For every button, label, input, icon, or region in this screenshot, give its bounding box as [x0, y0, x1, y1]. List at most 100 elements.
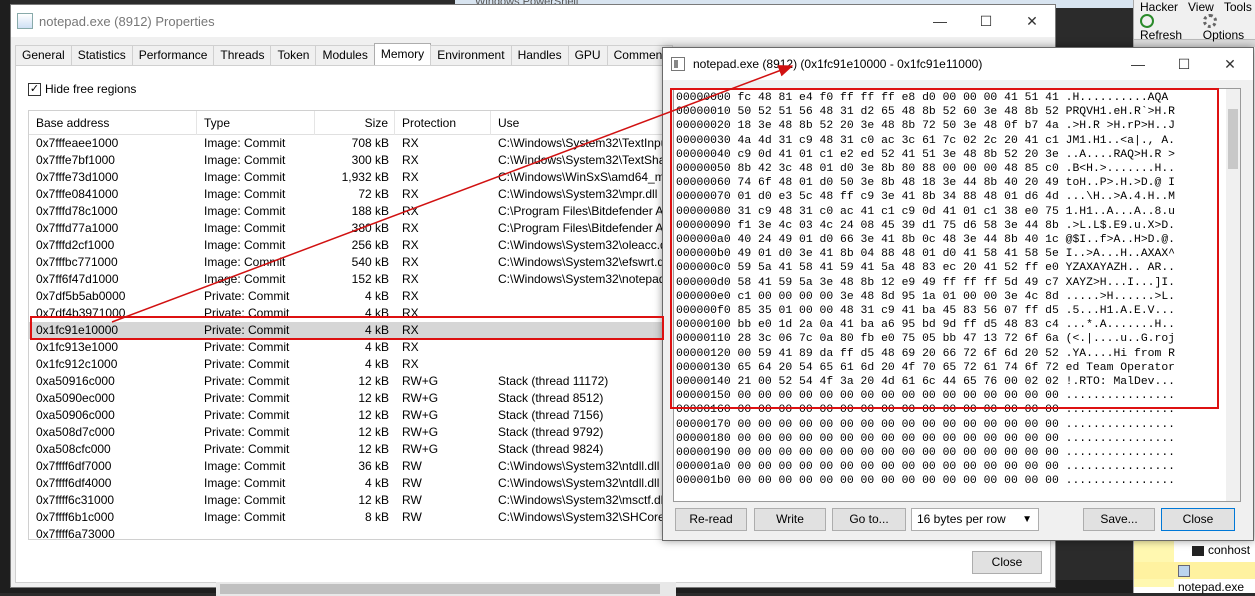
options-button[interactable]: Options — [1202, 14, 1255, 42]
column-header-size[interactable]: Size — [315, 111, 395, 135]
cell-type: Image: Commit — [204, 459, 286, 473]
cell-type: Private: Commit — [204, 340, 290, 354]
cell-base-address: 0x7fffd77a1000 — [36, 221, 119, 235]
hex-line: 00000020 18 3e 48 8b 52 20 3e 48 8b 72 5… — [676, 120, 1175, 133]
cell-protection: RW — [402, 459, 422, 473]
tab-gpu[interactable]: GPU — [567, 45, 608, 65]
cell-protection: RW+G — [402, 425, 439, 439]
hex-line: 00000070 01 d0 e3 5c 48 ff c9 3e 41 8b 3… — [676, 191, 1175, 204]
cell-base-address: 0x7ffff6df7000 — [36, 459, 112, 473]
tab-statistics[interactable]: Statistics — [70, 45, 133, 65]
minimize-button[interactable]: — — [917, 5, 963, 37]
bytes-per-row-select[interactable]: 16 bytes per row ▼ — [911, 508, 1039, 531]
hex-line: 00000060 74 6f 48 01 d0 50 3e 8b 48 18 3… — [676, 177, 1175, 190]
cell-protection: RX — [402, 357, 419, 371]
cell-type: Private: Commit — [204, 289, 290, 303]
cell-base-address: 0x7fffbc771000 — [36, 255, 118, 269]
checkbox-label: Hide free regions — [45, 82, 137, 96]
hex-line: 00000110 28 3c 06 7c 0a 80 fb e0 75 05 b… — [676, 333, 1175, 346]
scroll-thumb[interactable] — [1228, 109, 1238, 169]
hex-line: 00000100 bb e0 1d 2a 0a 41 ba a6 95 bd 9… — [676, 319, 1175, 332]
hex-view[interactable]: 00000000 fc 48 81 e4 f0 ff ff ff e8 d0 0… — [673, 88, 1241, 502]
properties-titlebar[interactable]: notepad.exe (8912) Properties — ☐ ✕ — [11, 5, 1055, 37]
editor-title: notepad.exe (8912) (0x1fc91e10000 - 0x1f… — [693, 57, 983, 71]
refresh-label: Refresh — [1140, 28, 1183, 43]
cell-type: Image: Commit — [204, 510, 286, 524]
cell-base-address: 0x1fc913e1000 — [36, 340, 119, 354]
cell-base-address: 0x7ffff6b1c000 — [36, 510, 115, 524]
cell-size: 12 kB — [358, 391, 389, 405]
tab-handles[interactable]: Handles — [510, 45, 569, 65]
cell-size: 188 kB — [351, 204, 389, 218]
tab-token[interactable]: Token — [270, 45, 317, 65]
goto-button[interactable]: Go to... — [832, 508, 906, 531]
close-window-button[interactable]: ✕ — [1009, 5, 1055, 37]
cell-base-address: 0x7df4b3971000 — [36, 306, 126, 320]
maximize-button[interactable]: ☐ — [963, 5, 1009, 37]
horizontal-scrollbar[interactable] — [216, 582, 676, 596]
cell-size: 4 kB — [364, 306, 389, 320]
column-header-type[interactable]: Type — [197, 111, 315, 135]
tab-memory[interactable]: Memory — [373, 43, 432, 65]
refresh-button[interactable]: Refresh — [1140, 14, 1193, 43]
cell-base-address: 0x7ff6f47d1000 — [36, 272, 119, 286]
reread-button[interactable]: Re-read — [675, 508, 747, 531]
checkbox-box: ✓ — [28, 82, 41, 96]
cell-base-address: 0xa508d7c000 — [36, 425, 115, 439]
hex-line: 000000a0 40 24 49 01 d0 66 3e 41 8b 0c 4… — [676, 234, 1175, 246]
process-row-notepad[interactable]: notepad.exe — [1134, 562, 1255, 594]
column-header-base-address[interactable]: Base address — [29, 111, 197, 135]
cell-protection: RX — [402, 204, 419, 218]
hide-free-regions-checkbox[interactable]: ✓ Hide free regions — [28, 82, 136, 96]
close-window-button[interactable]: ✕ — [1207, 48, 1253, 80]
cell-size: 12 kB — [358, 442, 389, 456]
cell-size: 152 kB — [351, 272, 389, 286]
cell-type: Image: Commit — [204, 170, 286, 184]
cell-type: Private: Commit — [204, 408, 290, 422]
hex-line: 00000000 fc 48 81 e4 f0 ff ff ff e8 d0 0… — [676, 92, 1169, 104]
cell-base-address: 0xa508cfc000 — [36, 442, 111, 456]
close-button[interactable]: Close — [972, 551, 1042, 574]
cell-type: Image: Commit — [204, 153, 286, 167]
tab-bar: General Statistics Performance Threads Token… — [15, 43, 673, 65]
cell-size: 4 kB — [364, 289, 389, 303]
cell-base-address: 0x7df5b5ab0000 — [36, 289, 126, 303]
cell-base-address: 0x1fc91e10000 — [36, 323, 119, 337]
editor-titlebar[interactable]: notepad.exe (8912) (0x1fc91e10000 - 0x1f… — [663, 48, 1253, 80]
vertical-scrollbar[interactable] — [1226, 89, 1240, 501]
cell-size: 708 kB — [351, 136, 389, 150]
maximize-button[interactable]: ☐ — [1161, 48, 1207, 80]
cell-size: 4 kB — [364, 323, 389, 337]
tab-environment[interactable]: Environment — [430, 45, 512, 65]
tab-performance[interactable]: Performance — [131, 45, 215, 65]
hex-line: 000001a0 00 00 00 00 00 00 00 00 00 00 0… — [676, 461, 1175, 474]
cell-size: 380 kB — [351, 221, 389, 235]
cell-base-address: 0x7fffd2cf1000 — [36, 238, 115, 252]
tab-threads[interactable]: Threads — [213, 45, 272, 65]
select-value: 16 bytes per row — [917, 512, 1006, 526]
save-button[interactable]: Save... — [1083, 508, 1155, 531]
tab-modules[interactable]: Modules — [315, 45, 375, 65]
cell-protection: RW — [402, 493, 422, 507]
close-button[interactable]: Close — [1161, 508, 1235, 531]
cell-size: 4 kB — [364, 357, 389, 371]
cell-type: Private: Commit — [204, 425, 290, 439]
minimize-button[interactable]: — — [1115, 48, 1161, 80]
hex-line: 00000080 31 c9 48 31 c0 ac 41 c1 c9 0d 4… — [676, 205, 1175, 218]
cell-type: Image: Commit — [204, 136, 286, 150]
write-button[interactable]: Write — [754, 508, 826, 531]
editor-button-bar: Re-read Write Go to... 16 bytes per row ▼… — [675, 508, 1243, 532]
tab-general[interactable]: General — [15, 45, 72, 65]
cell-protection: RX — [402, 153, 419, 167]
cell-base-address: 0xa5090ec000 — [36, 391, 115, 405]
process-row-conhost[interactable]: conhost — [1134, 542, 1255, 559]
cell-protection: RW+G — [402, 374, 439, 388]
cell-type: Private: Commit — [204, 323, 290, 337]
cell-base-address: 0xa50916c000 — [36, 374, 115, 388]
cell-protection: RX — [402, 272, 419, 286]
cell-protection: RX — [402, 340, 419, 354]
cell-type: Image: Commit — [204, 272, 286, 286]
cell-size: 1,932 kB — [341, 170, 389, 184]
column-header-protection[interactable]: Protection — [395, 111, 491, 135]
cell-base-address: 0x7fffe73d1000 — [36, 170, 119, 184]
